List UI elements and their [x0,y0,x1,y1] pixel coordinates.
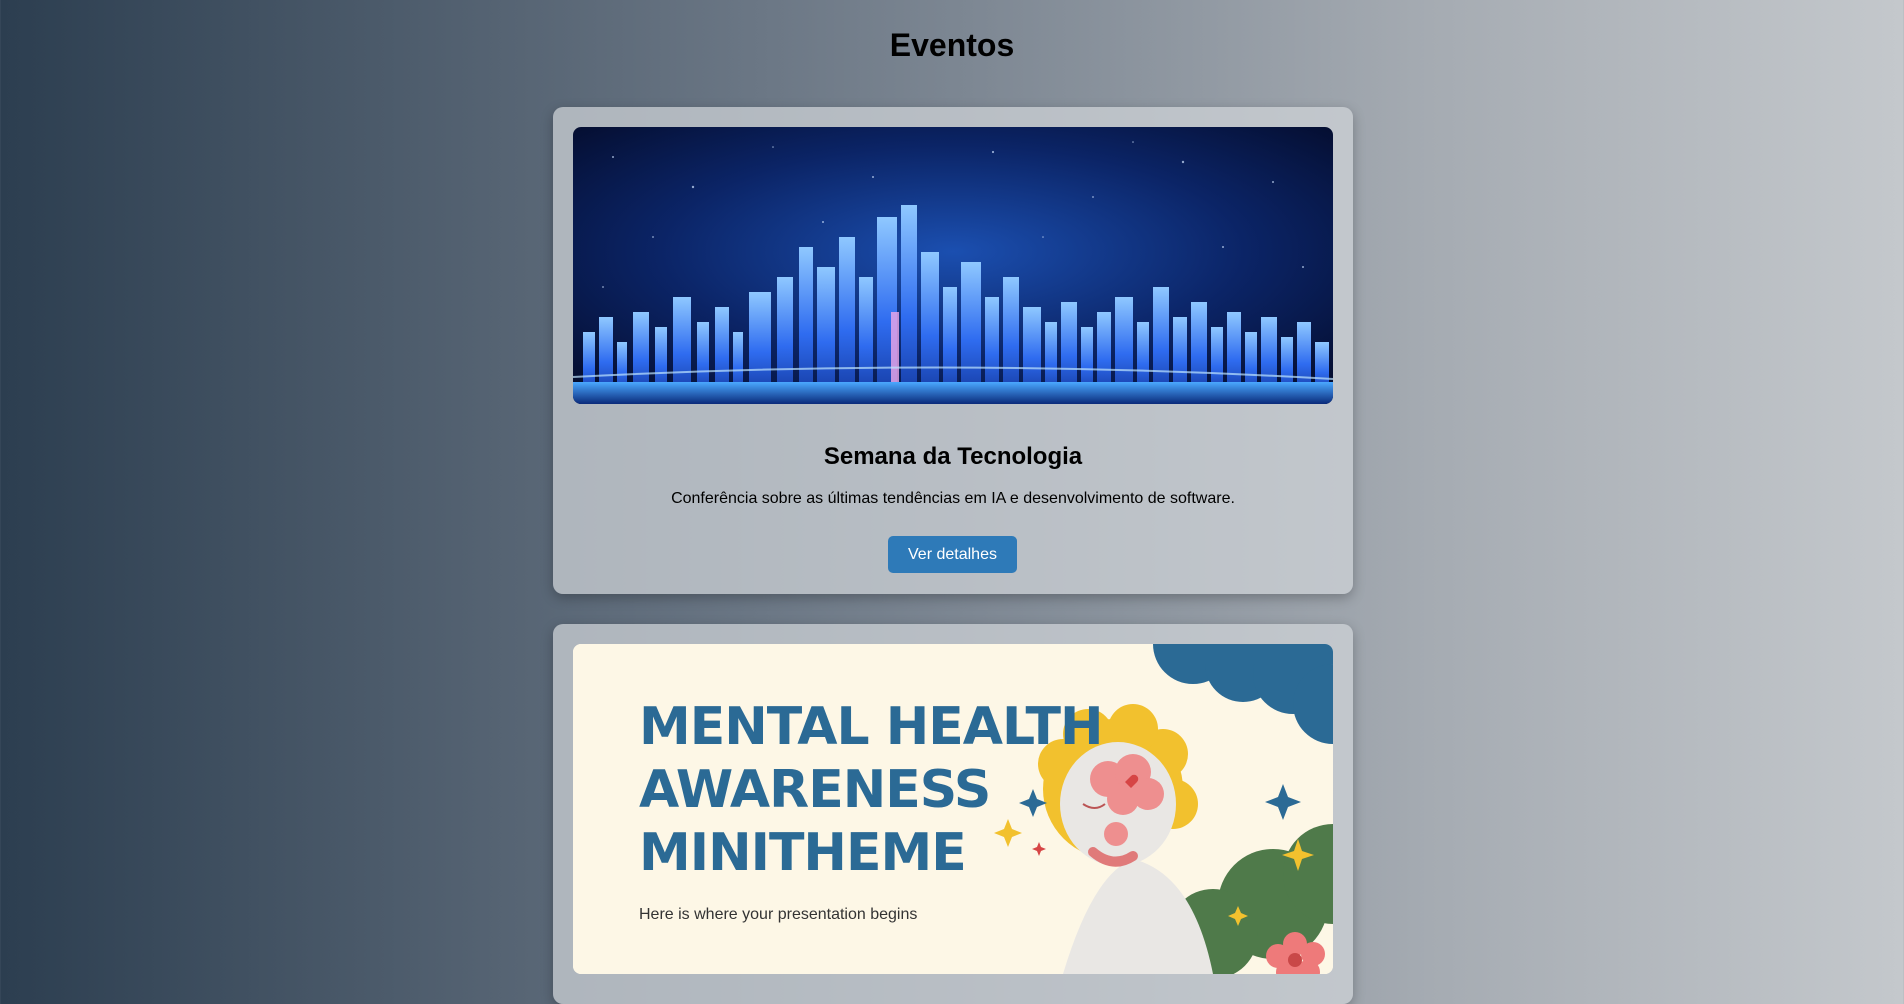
event-card: Semana da Tecnologia Conferência sobre a… [553,107,1353,594]
event-image-mental-health: MENTAL HEALTH AWARENESS MINITHEME Here i… [573,644,1333,974]
poster-heading-line: MINITHEME [639,823,967,883]
event-image-tech-city [573,127,1333,404]
poster-subtitle: Here is where your presentation begins [639,906,918,923]
event-card: MENTAL HEALTH AWARENESS MINITHEME Here i… [553,624,1353,1004]
page-title: Eventos [889,27,1015,63]
poster-heading: MENTAL HEALTH AWARENESS MINITHEME [639,696,1104,885]
poster-heading-line: AWARENESS [639,760,991,820]
event-description: Conferência sobre as últimas tendências … [671,490,1235,507]
poster-heading-line: MENTAL HEALTH [639,697,1104,757]
event-title: Semana da Tecnologia [823,443,1083,470]
view-details-button[interactable]: Ver detalhes [888,536,1017,573]
